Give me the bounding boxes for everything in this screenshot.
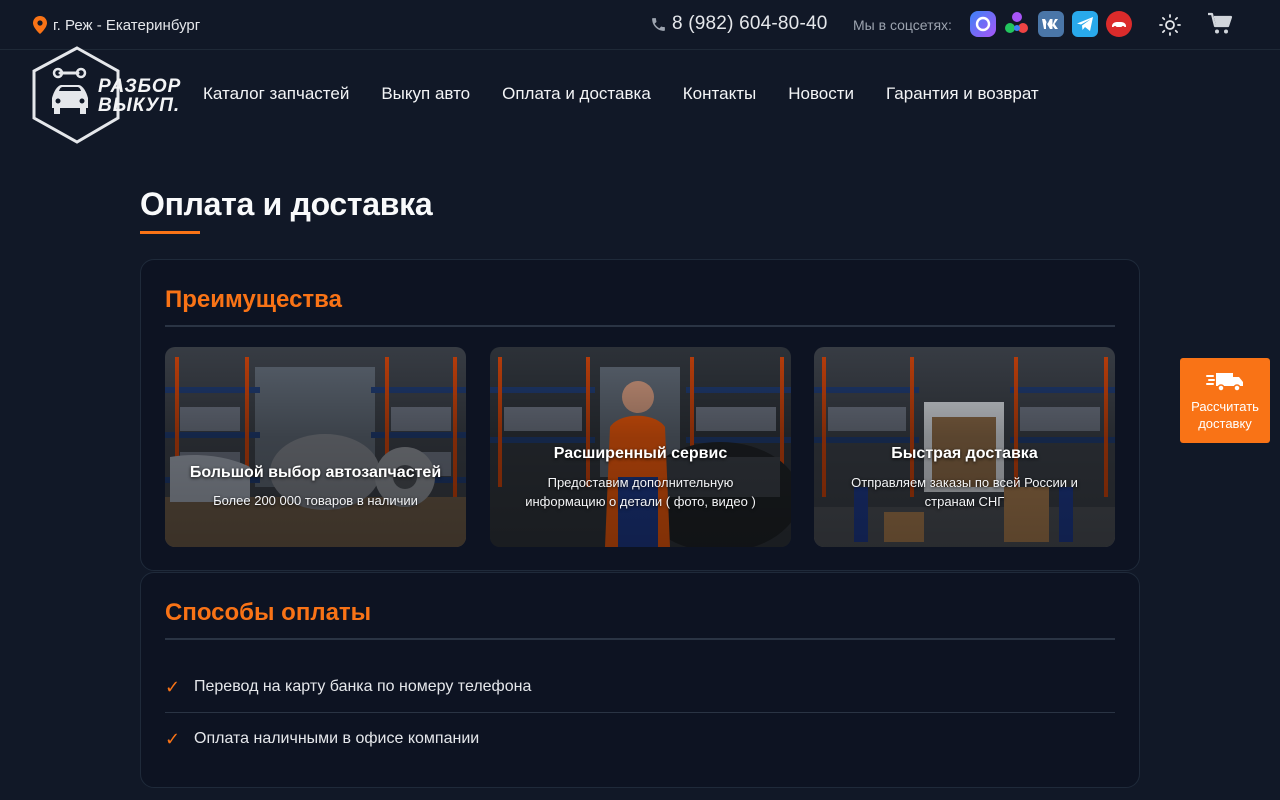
tile-title: Расширенный сервис	[553, 445, 728, 462]
payment-item: ✓ Оплата наличными в офисе компании	[165, 713, 1115, 765]
payment-title: Способы оплаты	[165, 599, 372, 626]
phone-icon	[652, 17, 665, 31]
social-label: Мы в соцсетях:	[853, 17, 952, 33]
calculate-delivery-label: Рассчитать доставку	[1191, 399, 1259, 431]
telegram-icon[interactable]	[1072, 11, 1098, 37]
payment-item: ✓ Перевод на карту банка по номеру телеф…	[165, 661, 1115, 713]
drom-icon[interactable]	[1106, 11, 1132, 37]
nav-warranty[interactable]: Гарантия и возврат	[886, 84, 1039, 104]
site-logo[interactable]: РАЗБОР ВЫКУП.	[30, 46, 190, 146]
nav-catalog[interactable]: Каталог запчастей	[203, 84, 349, 104]
nav-contacts[interactable]: Контакты	[683, 84, 756, 104]
title-underline	[140, 231, 200, 234]
logo-text-line2: ВЫКУП.	[98, 95, 181, 116]
cart-icon[interactable]	[1207, 12, 1233, 41]
tile-title: Большой выбор автозапчастей	[189, 464, 442, 481]
advantage-tile-service[interactable]: Расширенный сервис Предоставим дополните…	[490, 347, 791, 547]
advantages-title: Преимущества	[165, 286, 342, 313]
advantage-tile-delivery[interactable]: Быстрая доставка Отправляем заказы по вс…	[814, 347, 1115, 547]
theme-toggle-sun-icon[interactable]	[1158, 13, 1182, 42]
location-pin-icon	[33, 16, 47, 34]
phone-number: 8 (982) 604-80-40	[672, 13, 828, 34]
checkmark-icon: ✓	[165, 728, 181, 749]
payment-item-label: Перевод на карту банка по номеру телефон…	[194, 678, 532, 695]
divider	[165, 638, 1115, 640]
advantages-card: Преимущества Большой выбор автозапчастей…	[140, 259, 1140, 571]
tile-title: Быстрая доставка	[891, 445, 1038, 462]
city-selector[interactable]: г. Реж - Екатеринбург	[33, 16, 200, 34]
sferum-icon[interactable]	[1004, 11, 1030, 37]
tile-subtitle: Предоставим дополнительную информацию о …	[525, 475, 756, 509]
divider	[165, 325, 1115, 327]
advantage-tile-selection[interactable]: Большой выбор автозапчастей Более 200 00…	[165, 347, 466, 547]
vk-icon[interactable]	[1038, 11, 1064, 37]
city-label: г. Реж - Екатеринбург	[53, 16, 201, 34]
nav-buyout[interactable]: Выкуп авто	[381, 84, 470, 104]
tile-overlay	[165, 347, 466, 547]
main-nav: Каталог запчастей Выкуп авто Оплата и до…	[203, 84, 1071, 104]
page-title: Оплата и доставка	[140, 186, 433, 222]
top-bar: г. Реж - Екатеринбург 8 (982) 604-80-40 …	[0, 0, 1280, 50]
tile-subtitle: Отправляем заказы по всей России и стран…	[851, 475, 1078, 509]
social-links	[970, 11, 1132, 37]
phone-link[interactable]: 8 (982) 604-80-40	[650, 13, 828, 35]
delivery-truck-icon	[1206, 373, 1243, 392]
calculate-delivery-button[interactable]: Рассчитать доставку	[1180, 358, 1270, 443]
tile-subtitle: Более 200 000 товаров в наличии	[213, 493, 418, 508]
payment-methods-card: Способы оплаты ✓ Перевод на карту банка …	[140, 572, 1140, 788]
max-icon[interactable]	[970, 11, 996, 37]
payment-item-label: Оплата наличными в офисе компании	[194, 730, 480, 747]
nav-payment-delivery[interactable]: Оплата и доставка	[502, 84, 651, 104]
nav-news[interactable]: Новости	[788, 84, 854, 104]
checkmark-icon: ✓	[165, 676, 181, 697]
